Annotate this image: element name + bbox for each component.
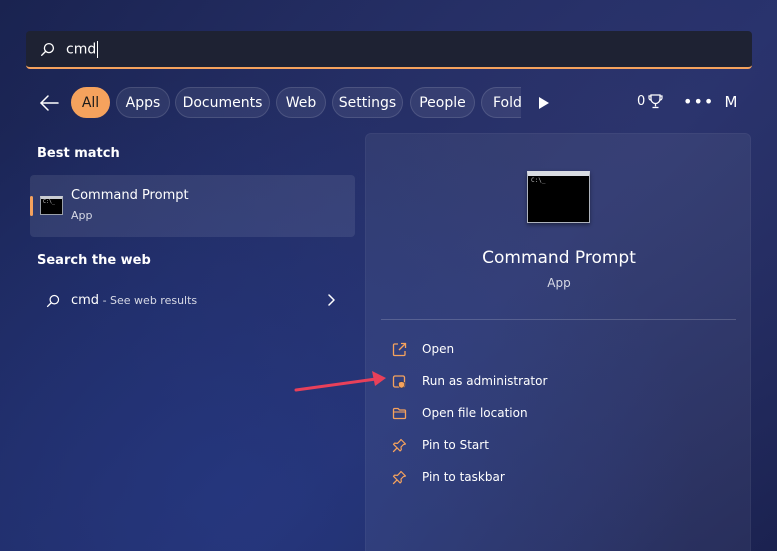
- action-open-label: Open: [422, 342, 455, 356]
- action-run-as-administrator[interactable]: Run as administrator: [392, 371, 547, 391]
- command-prompt-icon: C:\_: [40, 196, 63, 215]
- pin-icon: [392, 470, 407, 484]
- pin-icon: [392, 438, 407, 452]
- icon-text-large: C:\_: [531, 177, 546, 184]
- search-web-heading: Search the web: [37, 253, 151, 268]
- search-value: cmd: [66, 41, 97, 57]
- open-external-icon: [392, 342, 407, 356]
- back-arrow-icon[interactable]: [38, 94, 60, 112]
- tab-all[interactable]: All: [71, 87, 110, 118]
- action-pin-to-taskbar-label: Pin to taskbar: [422, 470, 505, 484]
- search-icon: [40, 42, 55, 56]
- command-prompt-large-icon: C:\_: [527, 171, 590, 223]
- shield-admin-icon: [392, 374, 406, 389]
- annotation-arrow: [294, 371, 386, 392]
- action-run-as-admin-label: Run as administrator: [422, 374, 548, 388]
- search-box[interactable]: cmd: [26, 31, 752, 69]
- rewards-indicator[interactable]: 0: [637, 94, 663, 109]
- tab-settings[interactable]: Settings: [332, 87, 403, 118]
- tab-people[interactable]: People: [410, 87, 475, 118]
- action-open-file-location-label: Open file location: [422, 406, 528, 420]
- action-open[interactable]: Open: [392, 339, 454, 359]
- best-match-heading: Best match: [37, 146, 120, 161]
- best-match-result[interactable]: C:\_ Command Prompt App: [30, 175, 355, 237]
- tab-documents[interactable]: Documents: [175, 87, 270, 118]
- web-search-result[interactable]: cmd - See web results: [30, 286, 355, 316]
- icon-text-small: C:\_: [43, 199, 56, 205]
- best-match-subtitle: App: [71, 209, 93, 222]
- rewards-count: 0: [637, 94, 646, 109]
- web-result-label: cmd - See web results: [71, 293, 197, 308]
- web-query: cmd: [71, 293, 100, 308]
- filter-bar: All Apps Documents Web Settings People F…: [0, 87, 777, 119]
- trophy-icon: [648, 94, 663, 109]
- avatar[interactable]: M: [719, 90, 743, 114]
- search-icon: [46, 294, 60, 308]
- tab-web[interactable]: Web: [276, 87, 326, 118]
- detail-title: Command Prompt: [482, 248, 636, 268]
- action-pin-to-taskbar[interactable]: Pin to taskbar: [392, 467, 505, 487]
- tab-folders[interactable]: Folde: [481, 87, 521, 118]
- text-caret: [97, 40, 99, 58]
- folder-icon: [392, 407, 407, 419]
- more-options-button[interactable]: •••: [683, 92, 714, 111]
- action-open-file-location[interactable]: Open file location: [392, 403, 528, 423]
- divider: [381, 319, 736, 320]
- action-pin-to-start-label: Pin to Start: [422, 438, 489, 452]
- detail-panel: C:\_ Command Prompt App Open Run as admi…: [365, 133, 751, 551]
- action-pin-to-start[interactable]: Pin to Start: [392, 435, 489, 455]
- tab-apps[interactable]: Apps: [116, 87, 170, 118]
- search-input[interactable]: cmd: [66, 40, 99, 58]
- detail-subtitle: App: [547, 276, 571, 290]
- web-result-suffix: - See web results: [99, 294, 198, 307]
- selection-indicator: [30, 196, 33, 216]
- best-match-title: Command Prompt: [71, 188, 189, 203]
- chevron-right-icon[interactable]: [327, 294, 335, 306]
- scroll-right-icon[interactable]: [538, 96, 550, 110]
